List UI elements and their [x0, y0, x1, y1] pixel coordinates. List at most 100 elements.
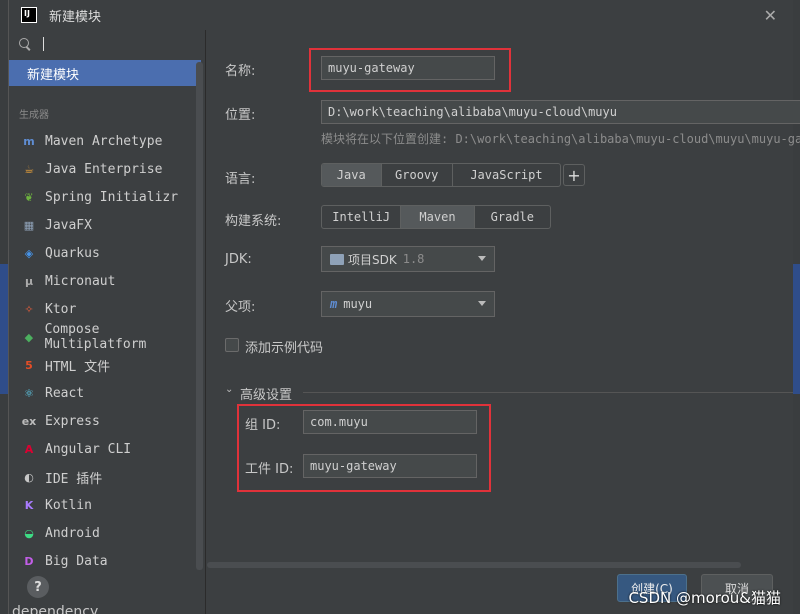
sidebar-item-label: Angular CLI — [45, 441, 132, 457]
add-language-button[interactable]: + — [563, 164, 585, 186]
sidebar-item-java-enterprise[interactable]: ☕ Java Enterprise — [9, 155, 205, 183]
chevron-down-icon — [478, 301, 486, 306]
search-input[interactable] — [43, 37, 44, 51]
sidebar-item-label: Android — [45, 525, 100, 541]
highlight-box-name — [309, 48, 511, 92]
spring-icon: ❦ — [24, 190, 34, 204]
sidebar-item-ktor[interactable]: ✧ Ktor — [9, 295, 205, 323]
module-form: 名称: muyu-gateway 位置: D:\work\teaching\al… — [207, 30, 800, 614]
sidebar-item-label: React — [45, 385, 85, 401]
sidebar-item-label: Big Data — [45, 553, 108, 569]
build-system-label: 构建系统: — [225, 214, 282, 229]
sdk-folder-icon — [330, 253, 344, 265]
background-clipped-text: dependency — [12, 604, 99, 614]
location-label: 位置: — [225, 108, 256, 123]
language-option-groovy[interactable]: Groovy — [382, 164, 453, 186]
location-field[interactable]: D:\work\teaching\alibaba\muyu-cloud\muyu — [321, 100, 800, 124]
sample-code-label: 添加示例代码 — [245, 341, 324, 356]
sidebar-item-html5[interactable]: 5 HTML 文件 — [9, 351, 205, 379]
sidebar-item-new-module[interactable]: 新建模块 — [9, 60, 201, 86]
sidebar-item-kotlin[interactable]: K Kotlin — [9, 491, 205, 519]
micronaut-icon: μ — [24, 274, 34, 288]
ktor-icon: ✧ — [24, 302, 34, 316]
new-module-dialog: IJ 新建模块 ✕ 新建模块 生成器 m Maven Archetype ☕ Java… — [8, 0, 800, 614]
location-hint: 模块将在以下位置创建: D:\work\teaching\alibaba\muy… — [321, 132, 800, 146]
java-enterprise-icon: ☕ — [24, 162, 34, 176]
sidebar-item-label: Spring Initializr — [45, 189, 179, 205]
sidebar-item-quarkus[interactable]: ◈ Quarkus — [9, 239, 205, 267]
highlight-box-ids — [237, 404, 491, 492]
form-scrollbar[interactable] — [207, 562, 741, 568]
folder-icon: ▦ — [23, 218, 35, 232]
sidebar-item-plugin[interactable]: ◐ IDE 插件 — [9, 463, 205, 491]
language-toggle: Java Groovy JavaScript — [321, 163, 561, 187]
jdk-value: 项目SDK — [348, 252, 397, 267]
sidebar-item-label: Java Enterprise — [45, 161, 163, 177]
generator-list: m Maven Archetype ☕ Java Enterprise ❦ Spring … — [9, 127, 205, 575]
jdk-version: 1.8 — [402, 252, 425, 266]
chevron-down-icon — [478, 256, 486, 261]
search-icon — [19, 38, 31, 50]
language-label: 语言: — [225, 172, 256, 187]
name-label: 名称: — [225, 64, 256, 79]
sidebar-item-android[interactable]: ◒ Android — [9, 519, 205, 547]
angular-icon: A — [24, 442, 34, 456]
sidebar-item-spring[interactable]: ❦ Spring Initializr — [9, 183, 205, 211]
maven-icon: m — [23, 134, 35, 148]
sidebar-item-label: JavaFX — [45, 217, 92, 233]
chevron-down-icon[interactable]: ⌄ — [225, 384, 233, 395]
sidebar-item-label: HTML 文件 — [45, 359, 111, 375]
sidebar-item-label: Micronaut — [45, 273, 116, 289]
sidebar-item-label: Compose Multiplatform — [44, 322, 147, 352]
generator-sidebar: 新建模块 生成器 m Maven Archetype ☕ Java Enterpris… — [9, 30, 206, 614]
language-option-javascript[interactable]: JavaScript — [453, 164, 560, 186]
sidebar-item-maven[interactable]: m Maven Archetype — [9, 127, 205, 155]
sidebar-item-label: Express — [45, 413, 100, 429]
language-option-java[interactable]: Java — [322, 164, 382, 186]
watermark: CSDN @morou&猫猫 — [628, 589, 781, 607]
sidebar-item-label: Kotlin — [45, 497, 92, 513]
compose-icon: ◆ — [24, 330, 34, 344]
sidebar-item-label: Quarkus — [45, 245, 100, 261]
build-option-maven[interactable]: Maven — [401, 206, 475, 228]
sidebar-item-express[interactable]: ex Express — [9, 407, 205, 435]
plugin-icon: ◐ — [24, 470, 34, 484]
sample-code-checkbox[interactable] — [225, 338, 239, 352]
build-option-intellij[interactable]: IntelliJ — [322, 206, 402, 228]
react-icon: ⚛ — [24, 386, 34, 400]
kotlin-icon: K — [24, 498, 34, 512]
close-icon[interactable]: ✕ — [764, 6, 777, 25]
sidebar-item-label: IDE 插件 — [45, 471, 103, 487]
build-option-gradle[interactable]: Gradle — [475, 206, 550, 228]
sidebar-item-compose[interactable]: ◆ Compose Multiplatform — [9, 322, 205, 352]
sidebar-item-label: Ktor — [45, 301, 77, 317]
quarkus-icon: ◈ — [24, 246, 34, 260]
sidebar-item-react[interactable]: ⚛ React — [9, 379, 205, 407]
parent-value: muyu — [343, 297, 373, 311]
intellij-app-icon: IJ — [21, 7, 37, 23]
android-icon: ◒ — [24, 526, 34, 540]
sidebar-search[interactable] — [9, 30, 205, 58]
sidebar-item-big-data[interactable]: D Big Data — [9, 547, 205, 575]
help-button[interactable]: ? — [27, 576, 49, 598]
parent-dropdown[interactable]: m muyu — [321, 291, 495, 317]
advanced-divider — [303, 392, 793, 393]
background-selection-strip — [792, 264, 800, 394]
dialog-title: 新建模块 — [49, 9, 102, 25]
sidebar-item-label: Maven Archetype — [45, 133, 163, 149]
sidebar-item-angular[interactable]: A Angular CLI — [9, 435, 205, 463]
sidebar-item-micronaut[interactable]: μ Micronaut — [9, 267, 205, 295]
sidebar-item-folder[interactable]: ▦ JavaFX — [9, 211, 205, 239]
build-system-toggle: IntelliJ Maven Gradle — [321, 205, 551, 229]
title-bar: IJ 新建模块 ✕ — [9, 0, 793, 30]
advanced-settings-toggle[interactable]: 高级设置 — [240, 384, 292, 403]
jdk-dropdown[interactable]: 项目SDK 1.8 — [321, 246, 495, 272]
background-selection-strip — [0, 264, 8, 394]
sidebar-scrollbar[interactable] — [196, 62, 203, 570]
html5-icon: 5 — [25, 358, 33, 372]
express-icon: ex — [21, 414, 37, 428]
jdk-label: JDK: — [225, 252, 252, 267]
parent-label: 父项: — [225, 300, 256, 315]
generators-section-label: 生成器 — [19, 110, 49, 121]
maven-icon: m — [330, 297, 338, 311]
